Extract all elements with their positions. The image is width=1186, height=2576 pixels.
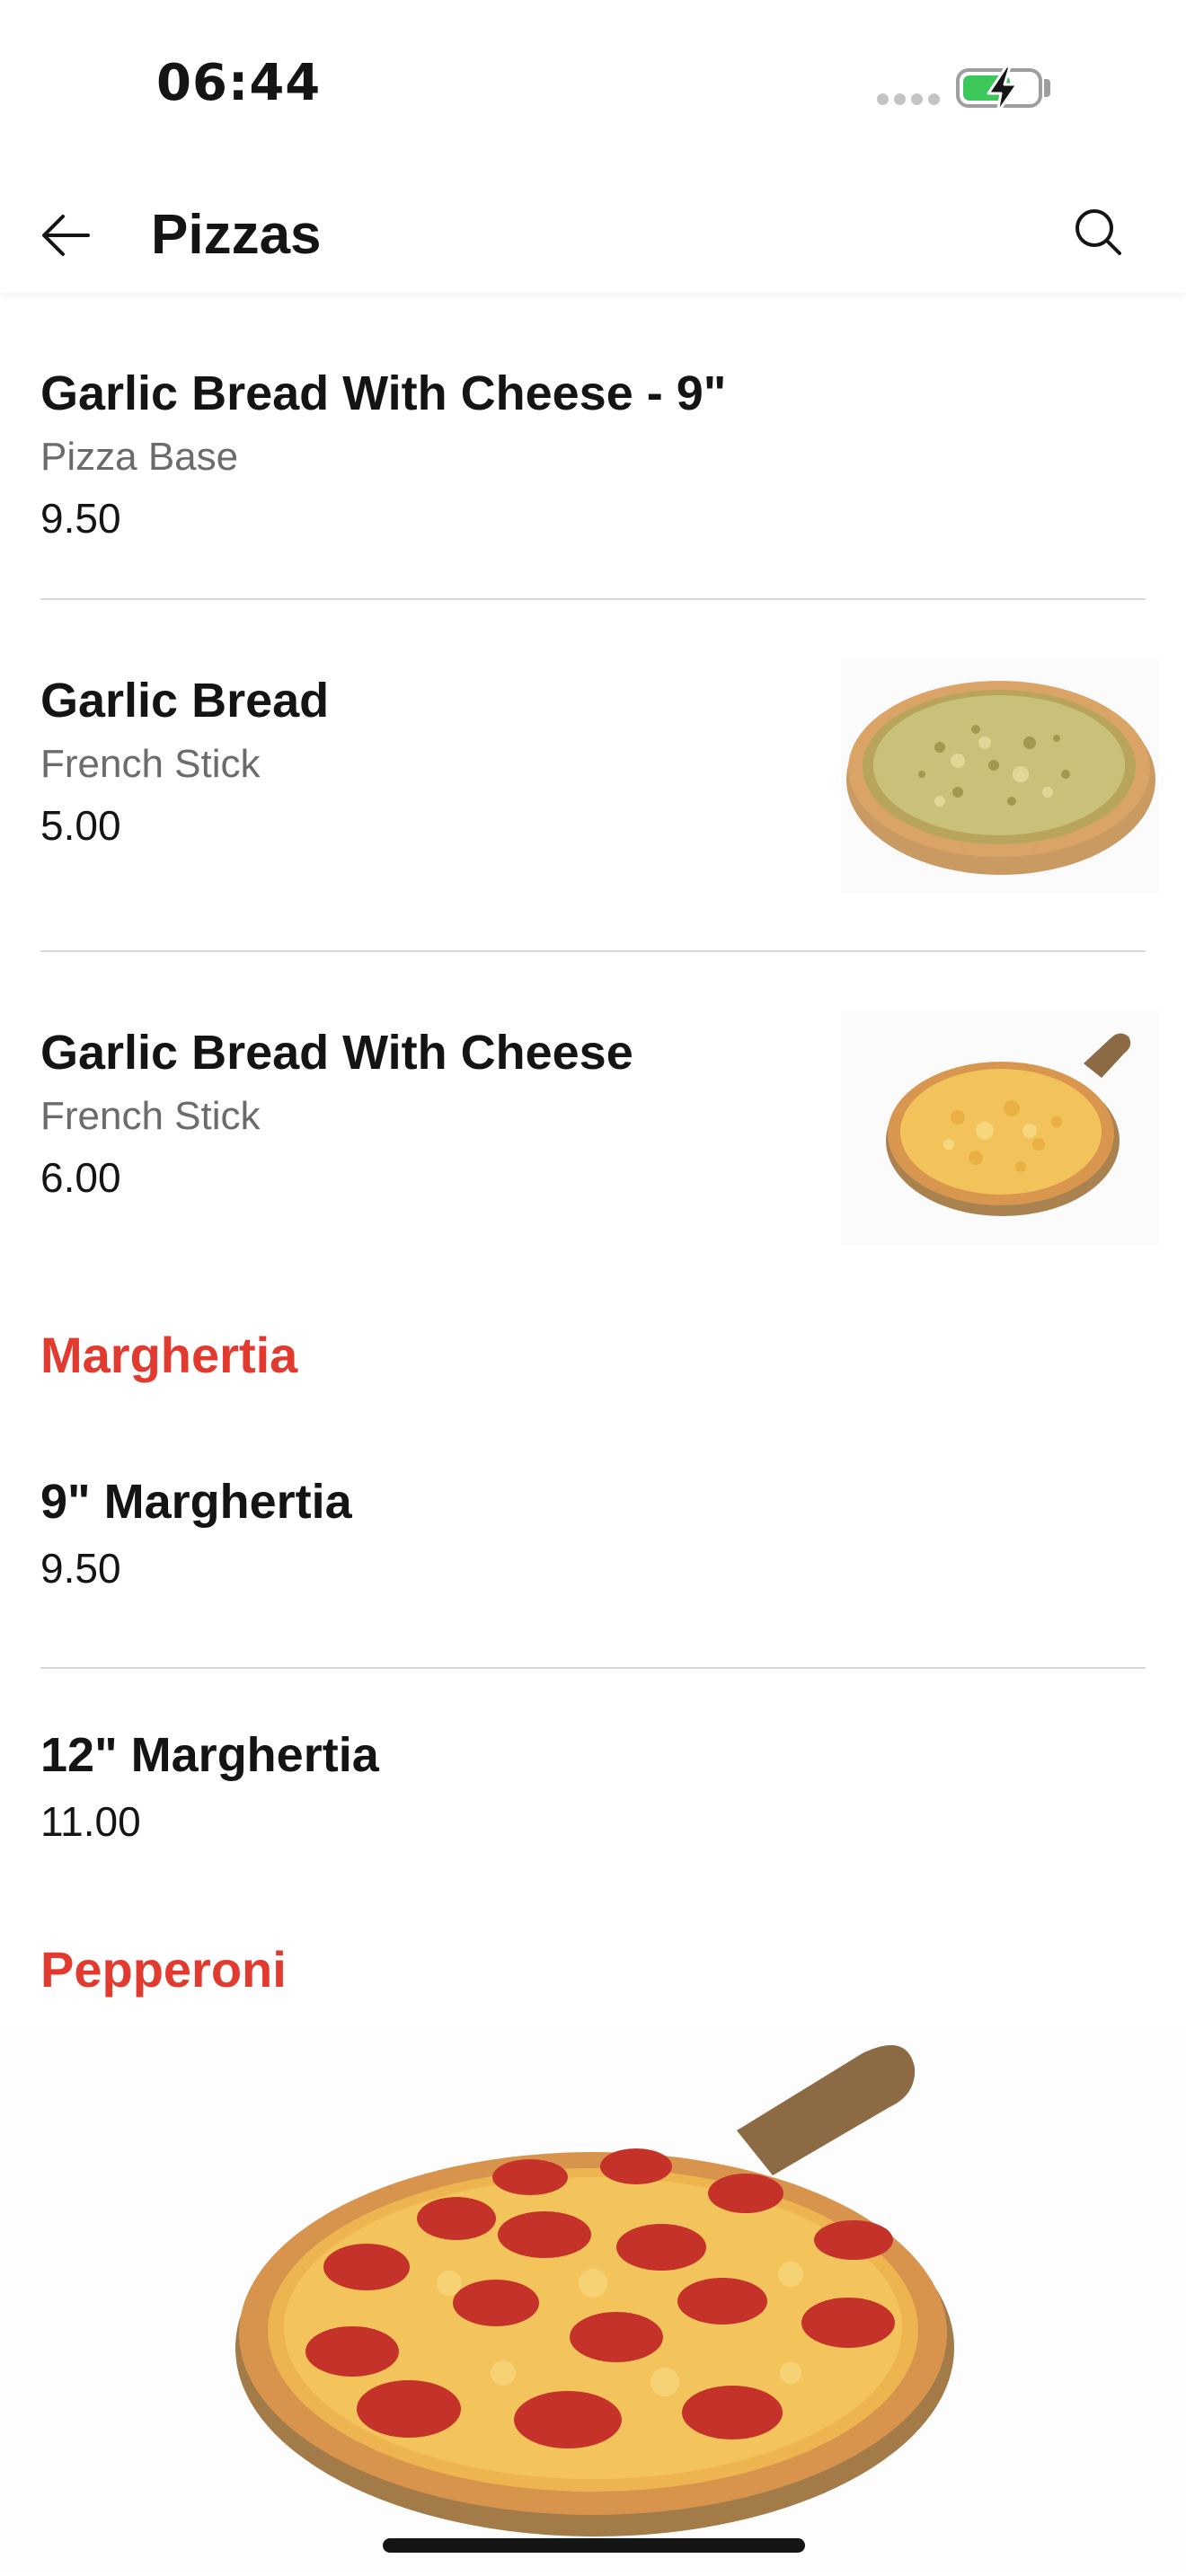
pepperoni-hero-image xyxy=(0,2032,1186,2571)
item-name: 12" Marghertia xyxy=(40,1728,379,1782)
list-item[interactable]: 9" Marghertia 9.50 xyxy=(0,1407,1186,1654)
item-name: Garlic Bread xyxy=(40,674,330,728)
list-item[interactable]: 12" Marghertia 11.00 xyxy=(0,1669,1186,1902)
list-item[interactable]: Garlic Bread With Cheese French Stick 6.… xyxy=(0,952,1186,1302)
item-subtitle: Pizza Base xyxy=(40,435,239,479)
search-button[interactable] xyxy=(1064,198,1132,266)
section-header: Marghertia xyxy=(40,1327,298,1383)
back-button[interactable] xyxy=(32,201,101,269)
menu-list[interactable]: Garlic Bread With Cheese - 9" Pizza Base… xyxy=(0,293,1186,2576)
back-arrow-icon xyxy=(42,215,90,256)
search-icon xyxy=(1075,209,1121,255)
home-indicator xyxy=(383,2538,805,2553)
status-time: 06:44 xyxy=(156,54,322,112)
page-title: Pizzas xyxy=(151,204,322,266)
status-bar: 06:44 xyxy=(0,0,1186,171)
list-item[interactable]: Garlic Bread With Cheese - 9" Pizza Base… xyxy=(0,293,1186,598)
item-name: Garlic Bread With Cheese - 9" xyxy=(40,366,727,420)
item-subtitle: French Stick xyxy=(40,742,261,786)
battery-cap xyxy=(1044,79,1050,97)
item-price: 9.50 xyxy=(40,1545,121,1592)
item-price: 6.00 xyxy=(40,1154,121,1201)
item-name: 9" Marghertia xyxy=(40,1475,352,1529)
item-price: 11.00 xyxy=(40,1798,141,1845)
signal-icon xyxy=(877,93,940,106)
item-price: 5.00 xyxy=(40,802,121,849)
item-price: 9.50 xyxy=(40,495,121,542)
item-name: Garlic Bread With Cheese xyxy=(40,1026,633,1080)
item-image xyxy=(841,1010,1159,1245)
app-bar: Pizzas xyxy=(0,171,1186,293)
battery-charging-icon xyxy=(956,65,1042,115)
section-header: Pepperoni xyxy=(40,1941,287,1998)
item-subtitle: French Stick xyxy=(40,1094,261,1138)
list-item[interactable]: Garlic Bread French Stick 5.00 xyxy=(0,600,1186,950)
item-image xyxy=(841,657,1159,893)
